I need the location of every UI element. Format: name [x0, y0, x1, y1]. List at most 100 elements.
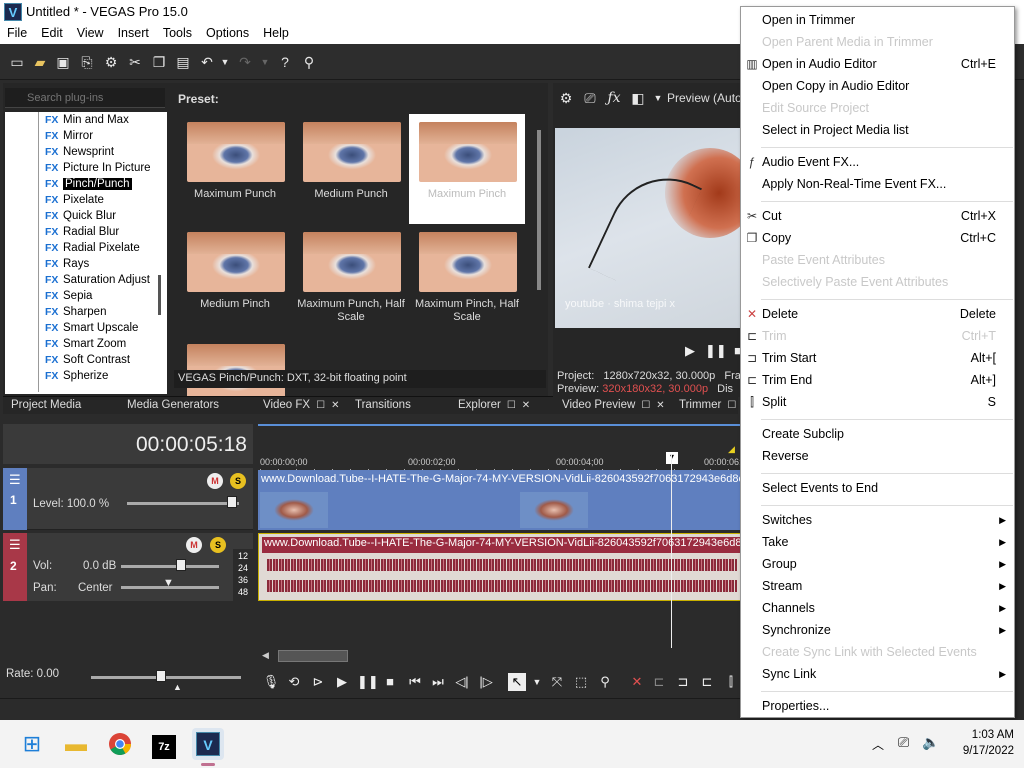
playhead-cursor[interactable]: [671, 454, 672, 649]
split-dropdown-icon[interactable]: ▼: [649, 89, 667, 107]
trim-end-icon[interactable]: ⊏: [698, 673, 716, 691]
preset-item[interactable]: Medium Punch: [293, 114, 409, 224]
pan-knob[interactable]: ▼: [163, 577, 174, 589]
menu-tools[interactable]: Tools: [156, 24, 199, 40]
preview-pause-icon[interactable]: ❚❚: [705, 342, 727, 360]
play-icon[interactable]: ▶: [333, 673, 351, 691]
fx-item[interactable]: FX Min and Max: [45, 114, 129, 130]
go-to-start-icon[interactable]: ⏮: [406, 673, 424, 691]
tray-overflow-chevron-icon[interactable]: ︿: [872, 736, 884, 753]
menu-item-reverse[interactable]: Reverse: [741, 446, 1014, 466]
undo-dropdown-icon[interactable]: ▼: [216, 53, 234, 71]
tab-trimmer[interactable]: Trimmer ☐: [679, 399, 736, 411]
preview-quality-dropdown[interactable]: Preview (Auto): [667, 91, 743, 105]
7zip-icon[interactable]: 7z: [148, 728, 180, 760]
preset-item[interactable]: Maximum Punch: [177, 114, 293, 224]
video-level-knob[interactable]: [227, 496, 237, 508]
split-icon[interactable]: ⫿: [722, 673, 740, 691]
tab-video-fx[interactable]: Video FX ☐ ✕: [263, 399, 339, 411]
preset-partial[interactable]: [177, 336, 293, 404]
save-icon[interactable]: ▣: [54, 53, 72, 71]
menu-item-apply-non-real-time-event-fx[interactable]: Apply Non-Real-Time Event FX...: [741, 174, 1014, 194]
envelope-tool-icon[interactable]: ⤧: [548, 673, 566, 691]
clock-time[interactable]: 1:03 AM: [950, 729, 1014, 741]
fx-item[interactable]: FX Pixelate: [45, 194, 104, 210]
menu-item-properties[interactable]: Properties...: [741, 696, 1014, 716]
track-menu-icon[interactable]: ☰: [9, 537, 21, 553]
zoom-tool-icon[interactable]: ⚲: [596, 673, 614, 691]
trim-icon[interactable]: ⊏: [650, 673, 668, 691]
external-monitor-icon[interactable]: ⎚: [581, 89, 599, 107]
fx-item[interactable]: FX Newsprint: [45, 146, 114, 162]
fx-item[interactable]: FX Rays: [45, 258, 89, 274]
scroll-left-icon[interactable]: ◀: [262, 650, 269, 661]
volume-speaker-icon[interactable]: 🔈: [922, 734, 939, 751]
fx-item[interactable]: FX Pinch/Punch: [45, 178, 132, 194]
fx-item[interactable]: FX Spherize: [45, 370, 108, 386]
video-level-slider[interactable]: [127, 502, 239, 505]
menu-item-delete[interactable]: ✕ Delete Delete: [741, 304, 1014, 324]
menu-item-split[interactable]: ⫿ Split S: [741, 392, 1014, 412]
network-icon[interactable]: ⎚: [898, 734, 909, 751]
preview-play-icon[interactable]: ▶: [681, 342, 699, 360]
menu-item-cut[interactable]: ✂ Cut Ctrl+X: [741, 206, 1014, 226]
tab-transitions[interactable]: Transitions: [355, 399, 411, 411]
fx-item[interactable]: FX Radial Blur: [45, 226, 119, 242]
fx-item[interactable]: FX Radial Pixelate: [45, 242, 140, 258]
settings-gear-icon[interactable]: ⚙: [102, 53, 120, 71]
start-windows-icon[interactable]: ⊞: [16, 728, 48, 760]
preview-properties-gear-icon[interactable]: ⚙: [557, 89, 575, 107]
menu-item-stream[interactable]: Stream ▶: [741, 576, 1014, 596]
render-icon[interactable]: ⎘: [78, 53, 96, 71]
menu-item-open-copy-in-audio-editor[interactable]: Open Copy in Audio Editor: [741, 76, 1014, 96]
pause-icon[interactable]: ❚❚: [357, 673, 379, 691]
tab-video-preview[interactable]: Video Preview ☐ ✕: [562, 399, 665, 411]
fx-item[interactable]: FX Soft Contrast: [45, 354, 130, 370]
close-icon[interactable]: ✕: [656, 400, 664, 411]
fx-item[interactable]: FX Picture In Picture: [45, 162, 151, 178]
previous-frame-icon[interactable]: ◁|: [453, 673, 471, 691]
fx-item[interactable]: FX Smart Upscale: [45, 322, 138, 338]
copy-icon[interactable]: ❐: [150, 53, 168, 71]
fx-item[interactable]: FX Sharpen: [45, 306, 106, 322]
menu-item-group[interactable]: Group ▶: [741, 554, 1014, 574]
preset-item[interactable]: Maximum Pinch: [409, 114, 525, 224]
redo-dropdown-icon[interactable]: ▼: [256, 53, 274, 71]
edit-tool-dropdown-icon[interactable]: ▼: [528, 673, 546, 691]
menu-item-select-in-project-media-list[interactable]: Select in Project Media list: [741, 120, 1014, 140]
file-explorer-icon[interactable]: ▬: [60, 728, 92, 760]
menu-item-switches[interactable]: Switches ▶: [741, 510, 1014, 530]
preset-item[interactable]: Medium Pinch: [177, 224, 293, 334]
menu-item-select-events-to-end[interactable]: Select Events to End: [741, 478, 1014, 498]
tab-project-media[interactable]: Project Media: [11, 399, 81, 411]
fx-item[interactable]: FX Smart Zoom: [45, 338, 126, 354]
menu-item-channels[interactable]: Channels ▶: [741, 598, 1014, 618]
selection-tool-icon[interactable]: ⬚: [572, 673, 590, 691]
menu-insert[interactable]: Insert: [111, 24, 156, 40]
go-to-end-icon[interactable]: ⏭: [429, 673, 447, 691]
solo-icon[interactable]: S: [230, 473, 246, 489]
next-frame-icon[interactable]: |▷: [477, 673, 495, 691]
menu-item-create-subclip[interactable]: Create Subclip: [741, 424, 1014, 444]
close-icon[interactable]: ✕: [522, 400, 530, 411]
menu-item-take[interactable]: Take ▶: [741, 532, 1014, 552]
undock-box-icon[interactable]: ☐: [507, 400, 516, 411]
undock-box-icon[interactable]: ☐: [727, 400, 736, 411]
menu-item-audio-event-fx[interactable]: ƒ Audio Event FX...: [741, 152, 1014, 172]
tab-media-generators[interactable]: Media Generators: [127, 399, 219, 411]
undock-box-icon[interactable]: ☐: [316, 400, 325, 411]
open-folder-icon[interactable]: ▰: [31, 53, 49, 71]
clock-date[interactable]: 9/17/2022: [950, 745, 1014, 757]
menu-item-trim-start[interactable]: ⊐ Trim Start Alt+[: [741, 348, 1014, 368]
delete-icon[interactable]: ✕: [628, 673, 646, 691]
fx-item[interactable]: FX Saturation Adjust: [45, 274, 150, 290]
cut-icon[interactable]: ✂: [126, 53, 144, 71]
menu-file[interactable]: File: [0, 24, 34, 40]
whats-this-help-icon[interactable]: ?: [276, 53, 294, 71]
vegas-taskbar-icon[interactable]: V: [192, 728, 224, 766]
mute-icon[interactable]: M: [186, 537, 202, 553]
loop-playback-icon[interactable]: ⟲: [285, 673, 303, 691]
fx-item[interactable]: FX Sepia: [45, 290, 92, 306]
paste-icon[interactable]: ▤: [174, 53, 192, 71]
menu-item-open-in-audio-editor[interactable]: ▥ Open in Audio Editor Ctrl+E: [741, 54, 1014, 74]
